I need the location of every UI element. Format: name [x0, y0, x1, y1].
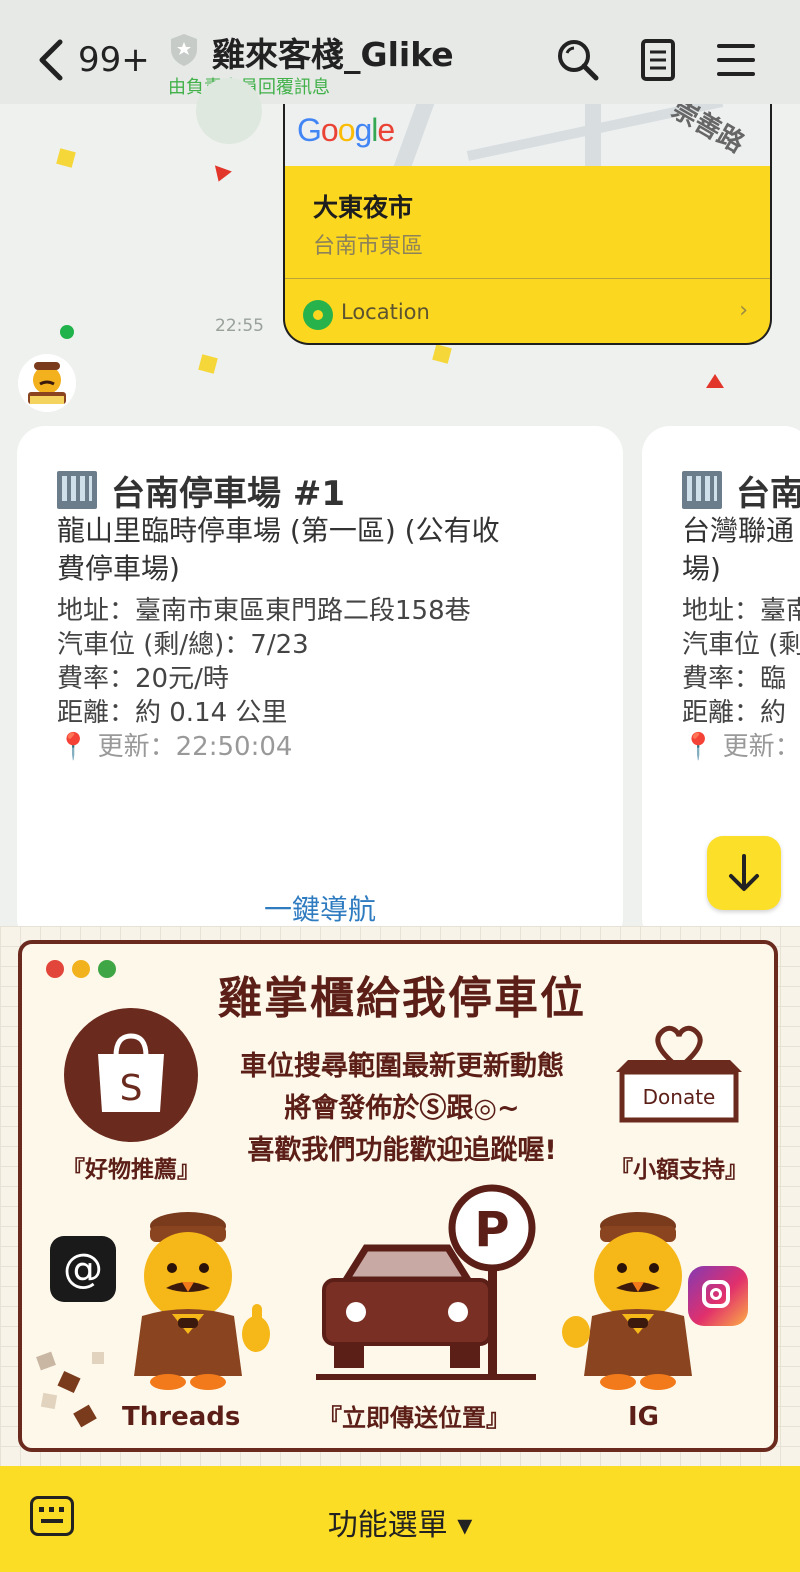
shop-caption[interactable]: 『好物推薦』	[62, 1150, 200, 1184]
paper-scraps-icon	[36, 1351, 104, 1428]
updated-text: 更新：22:50:04	[97, 732, 293, 762]
faded-avatar	[196, 78, 262, 144]
lot-rate: 費率：20元/時	[57, 664, 229, 694]
confetti	[706, 374, 724, 388]
lot-updated: 📍 更新：22:50:04	[57, 726, 292, 763]
send-location-caption[interactable]: 『立即傳送位置』	[318, 1398, 510, 1433]
lot-name-line: 龍山里臨時停車場 (第一區) (公有收	[57, 514, 500, 547]
lot-name-line: 費停車場)	[57, 552, 180, 585]
location-pin-icon	[303, 300, 333, 330]
chevron-right-icon: ›	[739, 298, 748, 323]
navigate-button[interactable]: 一鍵導航	[17, 888, 623, 928]
bot-avatar[interactable]	[18, 354, 76, 412]
mascot-chick-left[interactable]	[92, 1206, 292, 1396]
notes-icon[interactable]	[640, 38, 676, 82]
rich-menu: 雞掌櫃給我停車位 車位搜尋範圍最新更新動態 將會發佈於Ⓢ跟◎~ 喜歡我們功能歡迎…	[0, 926, 800, 1466]
lot-name-line: 台灣聯通	[682, 514, 795, 547]
building-icon	[682, 471, 722, 509]
shopee-button[interactable]: S	[64, 1008, 198, 1142]
confetti	[56, 148, 76, 168]
bottom-bar: 功能選單 ▾	[0, 1466, 800, 1572]
threads-caption[interactable]: Threads	[122, 1402, 240, 1432]
place-area: 台南市東區	[313, 234, 424, 259]
confetti	[210, 165, 232, 185]
confetti	[60, 325, 74, 339]
chat-title[interactable]: 雞來客棧_Glike	[212, 28, 454, 76]
location-message-card[interactable]: Google 崇善路 大東夜市 台南市東區 Location ›	[283, 104, 772, 345]
car-parking-icon[interactable]: P	[316, 1184, 556, 1394]
unread-count[interactable]: 99+	[78, 40, 150, 80]
pin-icon: 📍	[682, 732, 715, 762]
arrow-down-icon	[729, 854, 759, 891]
lot-name: 龍山里臨時停車場 (第一區) (公有收 費停車場)	[57, 512, 577, 588]
lot-name-line: 場)	[682, 552, 721, 585]
divider	[285, 278, 770, 279]
google-logo: Google	[297, 112, 395, 148]
parking-letter: P	[474, 1202, 509, 1258]
lot-spaces: 汽車位 (剩	[682, 630, 800, 660]
shield-star-icon	[171, 34, 197, 66]
card-title-text: 台南	[736, 474, 800, 514]
pin-icon: 📍	[57, 732, 90, 762]
map-road-label: 崇善路	[666, 104, 750, 160]
lot-address: 地址：臺南	[682, 596, 800, 626]
place-name: 大東夜市	[313, 193, 414, 222]
map-preview[interactable]: Google 崇善路	[285, 104, 770, 166]
location-action-label[interactable]: Location	[341, 300, 430, 324]
confetti	[432, 344, 452, 364]
lot-address: 地址：臺南市東區東門路二段158巷	[57, 596, 471, 626]
rich-menu-panel: 雞掌櫃給我停車位 車位搜尋範圍最新更新動態 將會發佈於Ⓢ跟◎~ 喜歡我們功能歡迎…	[18, 940, 778, 1452]
confetti	[198, 354, 218, 374]
building-icon	[57, 471, 97, 509]
donate-caption[interactable]: 『小額支持』	[610, 1150, 748, 1184]
scroll-down-button[interactable]	[707, 836, 781, 910]
search-icon[interactable]	[556, 38, 600, 82]
card-title: 台南	[682, 466, 800, 515]
lot-distance: 距離：約	[682, 698, 787, 728]
lot-spaces: 汽車位 (剩/總)：7/23	[57, 630, 309, 660]
parking-card[interactable]: 台南停車場 #1 龍山里臨時停車場 (第一區) (公有收 費停車場) 地址：臺南…	[17, 426, 623, 946]
shop-letter: S	[120, 1068, 143, 1109]
card-title: 台南停車場 #1	[57, 466, 345, 515]
chat-header: 99+ 雞來客棧_Glike 由負責人員回覆訊息	[0, 0, 800, 104]
donate-label: Donate	[643, 1085, 716, 1109]
updated-text: 更新：	[722, 732, 800, 762]
ig-caption[interactable]: IG	[628, 1402, 659, 1432]
donate-box-icon[interactable]: Donate	[612, 1004, 746, 1140]
menu-icon[interactable]	[716, 38, 756, 82]
instagram-icon[interactable]	[688, 1266, 748, 1326]
lot-name: 台灣聯通 場)	[682, 512, 800, 588]
message-time: 22:55	[215, 316, 264, 336]
shopping-bag-icon: S	[98, 1033, 164, 1112]
lot-distance: 距離：約 0.14 公里	[57, 698, 288, 728]
lot-updated: 📍 更新：	[682, 726, 800, 763]
card-title-text: 台南停車場 #1	[111, 474, 345, 514]
menu-toggle[interactable]: 功能選單 ▾	[0, 1500, 800, 1544]
lot-rate: 費率：臨	[682, 664, 787, 694]
back-arrow-icon[interactable]	[36, 38, 66, 82]
